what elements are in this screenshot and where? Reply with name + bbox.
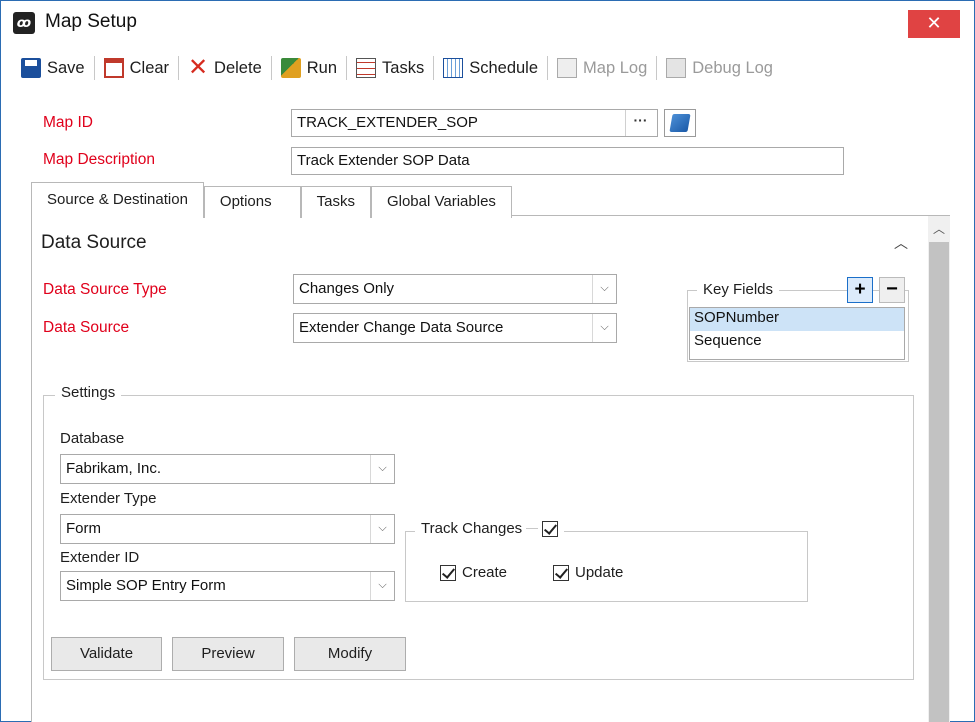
schedule-icon xyxy=(443,58,464,78)
map-log-icon xyxy=(557,58,578,78)
database-label: Database xyxy=(60,430,125,447)
settings-legend: Settings xyxy=(55,384,122,401)
tasks-label: Tasks xyxy=(382,58,425,77)
app-logo-icon: ꝏ xyxy=(13,12,35,34)
extender-type-value: Form xyxy=(66,520,101,537)
modify-button[interactable]: Modify xyxy=(294,637,406,671)
delete-label: Delete xyxy=(214,58,262,77)
tab-options[interactable]: Options xyxy=(203,186,301,218)
map-id-label: Map ID xyxy=(43,114,93,131)
run-icon xyxy=(280,58,301,78)
delete-icon: ✕ xyxy=(188,54,209,81)
toolbar-separator xyxy=(93,56,95,80)
map-id-value: TRACK_EXTENDER_SOP xyxy=(297,114,478,131)
extender-type-dropdown[interactable]: Form ⌵ xyxy=(60,514,395,544)
chevron-down-icon: ⌵ xyxy=(370,572,394,600)
tab-strip: Source & Destination Options Tasks Globa… xyxy=(31,182,512,218)
schedule-button[interactable]: Schedule xyxy=(437,53,544,83)
toolbar-separator xyxy=(547,56,549,80)
extender-id-label: Extender ID xyxy=(60,549,140,566)
add-key-field-button[interactable]: + xyxy=(847,277,873,303)
key-fields-legend: Key Fields xyxy=(697,281,780,298)
create-option[interactable]: Create xyxy=(440,564,507,581)
toolbar-separator xyxy=(270,56,272,80)
save-icon xyxy=(21,58,41,78)
update-option[interactable]: Update xyxy=(553,564,623,581)
map-description-value: Track Extender SOP Data xyxy=(297,152,470,169)
run-button[interactable]: Run xyxy=(275,53,343,83)
database-dropdown[interactable]: Fabrikam, Inc. ⌵ xyxy=(60,454,395,484)
preview-button[interactable]: Preview xyxy=(172,637,284,671)
clear-icon xyxy=(103,58,124,78)
data-source-dropdown[interactable]: Extender Change Data Source ⌵ xyxy=(293,313,617,343)
track-changes-checkbox[interactable] xyxy=(542,520,559,537)
toolbar-separator xyxy=(433,56,435,80)
debug-log-label: Debug Log xyxy=(692,58,773,77)
create-checkbox[interactable] xyxy=(440,564,456,581)
key-fields-list: SOPNumber Sequence xyxy=(689,307,905,360)
notebook-icon xyxy=(669,114,691,132)
toolbar-separator xyxy=(178,56,180,80)
close-button[interactable]: ✕ xyxy=(908,10,960,38)
chevron-down-icon: ⌵ xyxy=(592,275,616,303)
collapse-chevron-icon[interactable]: ︿ xyxy=(894,233,908,253)
list-item[interactable]: Sequence xyxy=(690,331,904,354)
map-log-label: Map Log xyxy=(583,58,648,77)
create-label: Create xyxy=(462,564,508,581)
data-source-type-dropdown[interactable]: Changes Only ⌵ xyxy=(293,274,617,304)
remove-key-field-button[interactable]: − xyxy=(879,277,905,303)
debug-log-button[interactable]: Debug Log xyxy=(660,53,779,83)
tab-global-variables[interactable]: Global Variables xyxy=(370,186,512,218)
extender-type-label: Extender Type xyxy=(60,490,157,507)
clear-button[interactable]: Clear xyxy=(98,53,175,83)
map-id-browse-button[interactable]: ··· xyxy=(625,110,655,136)
clear-label: Clear xyxy=(129,58,170,77)
chevron-down-icon: ⌵ xyxy=(370,515,394,543)
data-source-value: Extender Change Data Source xyxy=(299,319,504,336)
chevron-down-icon: ⌵ xyxy=(592,314,616,342)
data-source-type-value: Changes Only xyxy=(299,280,395,297)
legend-divider xyxy=(526,528,539,529)
map-log-button[interactable]: Map Log xyxy=(551,53,653,83)
vertical-scrollbar[interactable]: ︿ xyxy=(928,216,950,722)
data-source-type-label: Data Source Type xyxy=(43,281,167,298)
extender-id-value: Simple SOP Entry Form xyxy=(66,577,226,594)
list-item[interactable]: SOPNumber xyxy=(690,308,904,331)
toolbar-separator xyxy=(346,56,348,80)
map-setup-window: ꝏ Map Setup ✕ Save Clear ✕ Delete Run Ta… xyxy=(0,0,975,722)
extender-id-dropdown[interactable]: Simple SOP Entry Form ⌵ xyxy=(60,571,395,601)
tasks-icon xyxy=(356,58,377,78)
validate-button[interactable]: Validate xyxy=(51,637,162,671)
map-description-field[interactable]: Track Extender SOP Data xyxy=(291,147,844,175)
update-checkbox[interactable] xyxy=(553,564,569,581)
run-label: Run xyxy=(306,58,338,77)
track-changes-label: Track Changes xyxy=(421,520,523,537)
tab-source-destination[interactable]: Source & Destination xyxy=(31,182,204,218)
update-label: Update xyxy=(575,564,624,581)
window-title: Map Setup xyxy=(45,11,137,32)
scroll-up-icon[interactable]: ︿ xyxy=(928,220,950,238)
track-changes-legend: Track Changes xyxy=(415,520,565,537)
data-source-title: Data Source xyxy=(41,232,147,253)
database-value: Fabrikam, Inc. xyxy=(66,460,162,477)
toolbar: Save Clear ✕ Delete Run Tasks Schedule M… xyxy=(15,51,779,85)
map-description-label: Map Description xyxy=(43,151,155,168)
tasks-button[interactable]: Tasks xyxy=(350,53,430,83)
scrollbar-thumb[interactable] xyxy=(929,242,949,722)
schedule-label: Schedule xyxy=(469,58,539,77)
title-bar: ꝏ Map Setup ✕ xyxy=(1,1,974,45)
chevron-down-icon: ⌵ xyxy=(370,455,394,483)
toolbar-separator xyxy=(656,56,658,80)
map-notes-button[interactable] xyxy=(664,109,696,137)
save-button[interactable]: Save xyxy=(15,53,91,83)
map-id-field[interactable]: TRACK_EXTENDER_SOP xyxy=(291,109,658,137)
tab-tasks[interactable]: Tasks xyxy=(300,186,371,218)
data-source-label: Data Source xyxy=(43,319,130,336)
debug-log-icon xyxy=(666,58,687,78)
delete-button[interactable]: ✕ Delete xyxy=(182,53,268,83)
save-label: Save xyxy=(47,58,85,77)
